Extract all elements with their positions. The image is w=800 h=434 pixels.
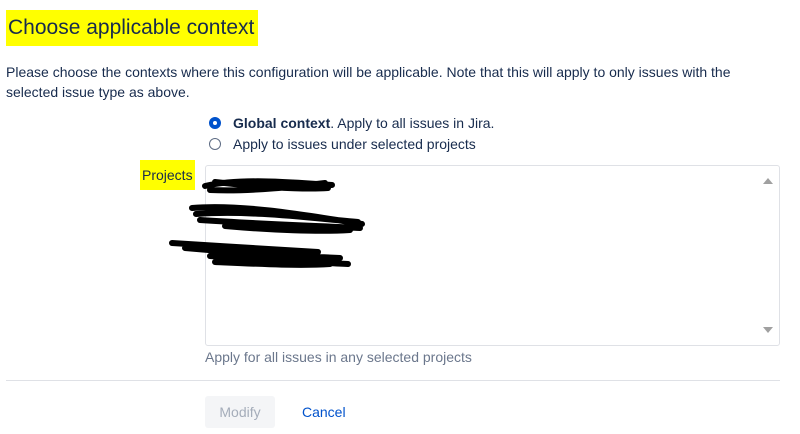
scroll-down-arrow-icon[interactable] bbox=[763, 327, 773, 333]
section-title-text: Choose applicable context bbox=[6, 10, 259, 46]
global-context-option[interactable]: Global context. Apply to all issues in J… bbox=[209, 113, 494, 133]
selected-projects-option[interactable]: Apply to issues under selected projects bbox=[209, 134, 476, 154]
selected-projects-label: Apply to issues under selected projects bbox=[233, 136, 476, 152]
projects-label: Projects bbox=[140, 160, 195, 190]
section-description: Please choose the contexts where this co… bbox=[6, 64, 731, 100]
selected-projects-radio[interactable] bbox=[209, 138, 221, 150]
global-context-rest: . Apply to all issues in Jira. bbox=[330, 115, 495, 131]
scroll-up-arrow-icon[interactable] bbox=[763, 178, 773, 184]
global-context-strong: Global context bbox=[233, 115, 331, 131]
form-divider bbox=[6, 380, 780, 381]
projects-listbox[interactable] bbox=[205, 165, 780, 346]
global-context-radio[interactable] bbox=[209, 117, 221, 129]
modify-button[interactable]: Modify bbox=[205, 396, 275, 428]
section-title: Choose applicable context bbox=[4, 10, 259, 46]
cancel-link[interactable]: Cancel bbox=[302, 402, 346, 422]
global-context-label: Global context. Apply to all issues in J… bbox=[233, 115, 494, 131]
projects-help-text: Apply for all issues in any selected pro… bbox=[205, 349, 472, 365]
